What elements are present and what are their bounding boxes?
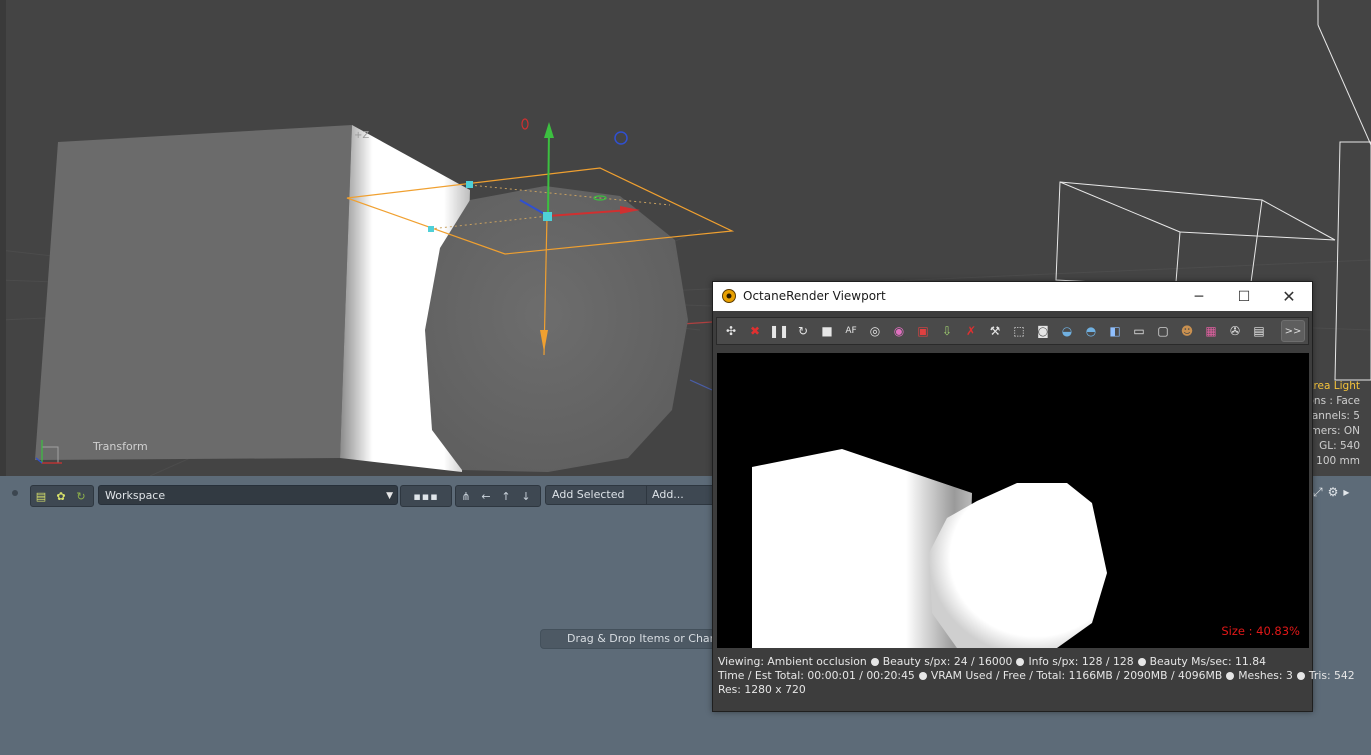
- octane-titlebar[interactable]: OctaneRender Viewport ─ ☐ ✕: [713, 282, 1312, 311]
- item-info-line: ons : Face: [1307, 395, 1360, 407]
- color-wheel-icon[interactable]: ◉: [888, 320, 910, 342]
- play-arrow-icon[interactable]: ▸: [1343, 485, 1349, 500]
- stop-icon[interactable]: ■: [816, 320, 838, 342]
- schematic-nav-group: ⋔ ← ↑ ↓: [455, 485, 541, 507]
- status-viewing: Viewing: Ambient occlusion: [718, 655, 867, 668]
- status-line-2: Time / Est Total: 00:00:01 / 00:20:45 VRA…: [718, 669, 1355, 683]
- viewport-edge: [0, 0, 6, 476]
- export-icon[interactable]: ⬚: [1008, 320, 1030, 342]
- layout-grid-button[interactable]: ▪▪▪: [400, 485, 452, 507]
- schematic-right-controls: ⤢ ⚙ ▸: [1313, 485, 1349, 500]
- render-size-label: Size : 40.83%: [1221, 624, 1300, 638]
- status-res: Res: 1280 x 720: [718, 683, 806, 696]
- fit-icon[interactable]: ✣: [720, 320, 742, 342]
- light-handle-1[interactable]: [466, 181, 473, 188]
- drop-hint: Drag & Drop Items or Channels: [540, 629, 720, 649]
- film-icon[interactable]: ✇: [1224, 320, 1246, 342]
- window-title: OctaneRender Viewport: [743, 289, 886, 303]
- import-icon[interactable]: ⇩: [936, 320, 958, 342]
- restart-icon[interactable]: ↻: [792, 320, 814, 342]
- schematic-refresh-icon[interactable]: ↻: [71, 487, 91, 505]
- item-info-line: nannels: 5: [1305, 410, 1360, 422]
- add-buttons-group: Add Selected Add...: [545, 485, 715, 505]
- box-icon[interactable]: ◧: [1104, 320, 1126, 342]
- light-handle-2[interactable]: [428, 226, 434, 232]
- item-info-line: 100 mm: [1316, 455, 1360, 467]
- more-tools-button[interactable]: >>: [1281, 320, 1305, 342]
- gizmo-center-handle[interactable]: [543, 212, 552, 221]
- status-tris: Tris: 542: [1308, 669, 1355, 682]
- status-beauty-spp: Beauty s/px: 24 / 16000: [882, 655, 1013, 668]
- status-dot-icon: [918, 672, 927, 680]
- portrait-icon[interactable]: ☻: [1176, 320, 1198, 342]
- status-dot-icon: [1226, 672, 1235, 680]
- item-info-overlay: Area Light ons : Face nannels: 5 rmers: …: [1305, 379, 1360, 469]
- pause-icon[interactable]: ❚❚: [768, 320, 790, 342]
- expand-icon[interactable]: ⤢: [1313, 485, 1323, 500]
- panel-grip-icon[interactable]: [12, 490, 18, 496]
- terminal-icon[interactable]: ▭: [1128, 320, 1150, 342]
- workspace-select[interactable]: Workspace ▼: [98, 485, 398, 505]
- stop-red-icon[interactable]: ✖: [744, 320, 766, 342]
- close-button[interactable]: ✕: [1266, 282, 1312, 311]
- object-icon[interactable]: ◓: [1080, 320, 1102, 342]
- status-line-3: Res: 1280 x 720: [718, 683, 1308, 697]
- sphere-mesh[interactable]: [425, 186, 688, 472]
- status-meshes: Meshes: 3: [1238, 669, 1293, 682]
- arrow-down-icon[interactable]: ↓: [516, 487, 536, 505]
- schematic-gear-icon[interactable]: ✿: [51, 487, 71, 505]
- render-target-icon[interactable]: ▢: [1152, 320, 1174, 342]
- item-info-line: rmers: ON: [1306, 425, 1360, 437]
- tools-icon[interactable]: ⚒: [984, 320, 1006, 342]
- octane-window[interactable]: OctaneRender Viewport ─ ☐ ✕ ✣ ✖ ❚❚ ↻ ■ A…: [712, 281, 1355, 712]
- transform-label: Transform: [93, 440, 148, 453]
- status-dot-icon: [1137, 658, 1146, 666]
- add-selected-button[interactable]: Add Selected: [552, 486, 624, 504]
- status-dot-icon: [870, 658, 879, 666]
- arrow-up-icon[interactable]: ↑: [496, 487, 516, 505]
- region-icon[interactable]: ▣: [912, 320, 934, 342]
- grid-icon: ▪▪▪: [413, 489, 439, 503]
- checker-icon[interactable]: ▦: [1200, 320, 1222, 342]
- minimize-button[interactable]: ─: [1176, 282, 1222, 311]
- gear-icon[interactable]: ⚙: [1328, 485, 1339, 500]
- chevron-down-icon: ▼: [386, 491, 393, 501]
- af-icon[interactable]: AF: [840, 320, 862, 342]
- document-icon[interactable]: ▤: [1248, 320, 1270, 342]
- render-image: [752, 449, 1107, 648]
- status-time: Time / Est Total: 00:00:01 / 00:20:45: [718, 669, 915, 682]
- status-info-spp: Info s/px: 128 / 128: [1028, 655, 1134, 668]
- status-dot-icon: [1016, 658, 1025, 666]
- hierarchy-icon[interactable]: ⋔: [456, 487, 476, 505]
- workspace-value: Workspace: [105, 489, 166, 502]
- snapshot-icon[interactable]: ◙: [1032, 320, 1054, 342]
- clear-icon[interactable]: ✗: [960, 320, 982, 342]
- add-button[interactable]: Add...: [652, 486, 684, 504]
- arrow-left-icon[interactable]: ←: [476, 487, 496, 505]
- cube-front-face[interactable]: [35, 125, 352, 460]
- status-vram: VRAM Used / Free / Total: 1166MB / 2090M…: [930, 669, 1223, 682]
- octane-toolbar: ✣ ✖ ❚❚ ↻ ■ AF ◎ ◉ ▣ ⇩ ✗ ⚒ ⬚ ◙ ◒ ◓ ◧ ▭ ▢ …: [716, 317, 1309, 345]
- render-view[interactable]: Size : 40.83%: [717, 353, 1309, 648]
- schematic-tools-group: ▤ ✿ ↻: [30, 485, 94, 507]
- camera-lens-icon[interactable]: ◎: [864, 320, 886, 342]
- schematic-add-icon[interactable]: ▤: [31, 487, 51, 505]
- item-info-line: GL: 540: [1319, 440, 1360, 452]
- material-icon[interactable]: ◒: [1056, 320, 1078, 342]
- z-axis-label: +Z: [354, 130, 369, 141]
- status-dot-icon: [1296, 672, 1305, 680]
- octane-logo-icon: [722, 289, 736, 303]
- status-line-1: Viewing: Ambient occlusion Beauty s/px: 2…: [718, 655, 1308, 669]
- maximize-button[interactable]: ☐: [1221, 282, 1267, 311]
- item-info-name: Area Light: [1306, 380, 1360, 392]
- status-beauty-ms: Beauty Ms/sec: 11.84: [1149, 655, 1266, 668]
- render-status: Viewing: Ambient occlusion Beauty s/px: 2…: [718, 655, 1355, 697]
- gizmo-y-axis[interactable]: [547, 129, 550, 217]
